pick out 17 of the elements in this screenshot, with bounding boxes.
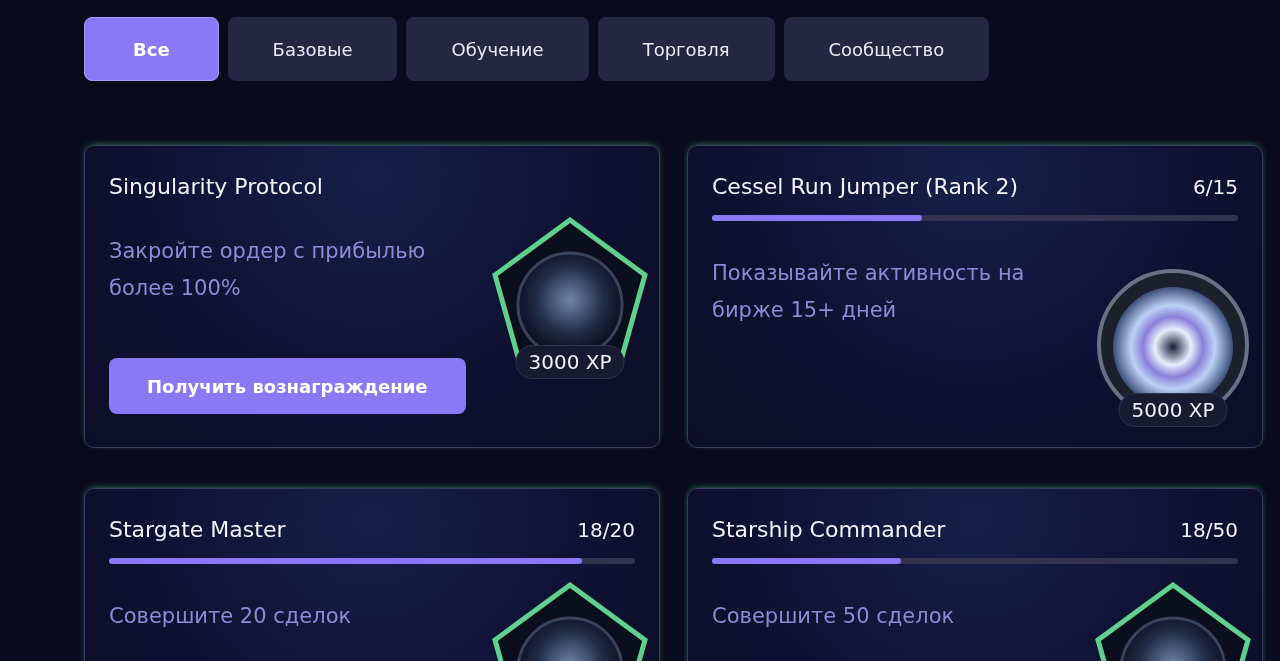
achievement-description: Закройте ордер с прибылью более 100%: [109, 238, 427, 302]
filter-tab[interactable]: Обучение: [406, 17, 589, 81]
filter-tab[interactable]: Торговля: [597, 17, 775, 81]
achievement-title: Cessel Run Jumper (Rank 2): [712, 174, 1019, 199]
achievement-title: Starship Commander: [712, 517, 946, 542]
achievement-description: Совершите 20 сделок: [109, 603, 353, 630]
progress-count: 18/50: [1180, 518, 1238, 542]
progress-count: 18/20: [577, 518, 635, 542]
progress-count: 6/15: [1193, 175, 1238, 199]
achievement-description: Совершите 50 сделок: [712, 603, 956, 630]
filter-tab[interactable]: Сообщество: [783, 17, 990, 81]
filter-tab[interactable]: Базовые: [227, 17, 398, 81]
achievement-title: Singularity Protocol: [109, 174, 323, 199]
xp-reward-label: 3000 XP: [515, 345, 625, 379]
achievement-title: Stargate Master: [109, 517, 286, 542]
xp-reward-label: 5000 XP: [1118, 393, 1228, 427]
achievement-description: Показывайте активность на бирже 15+ дней: [712, 260, 1026, 324]
